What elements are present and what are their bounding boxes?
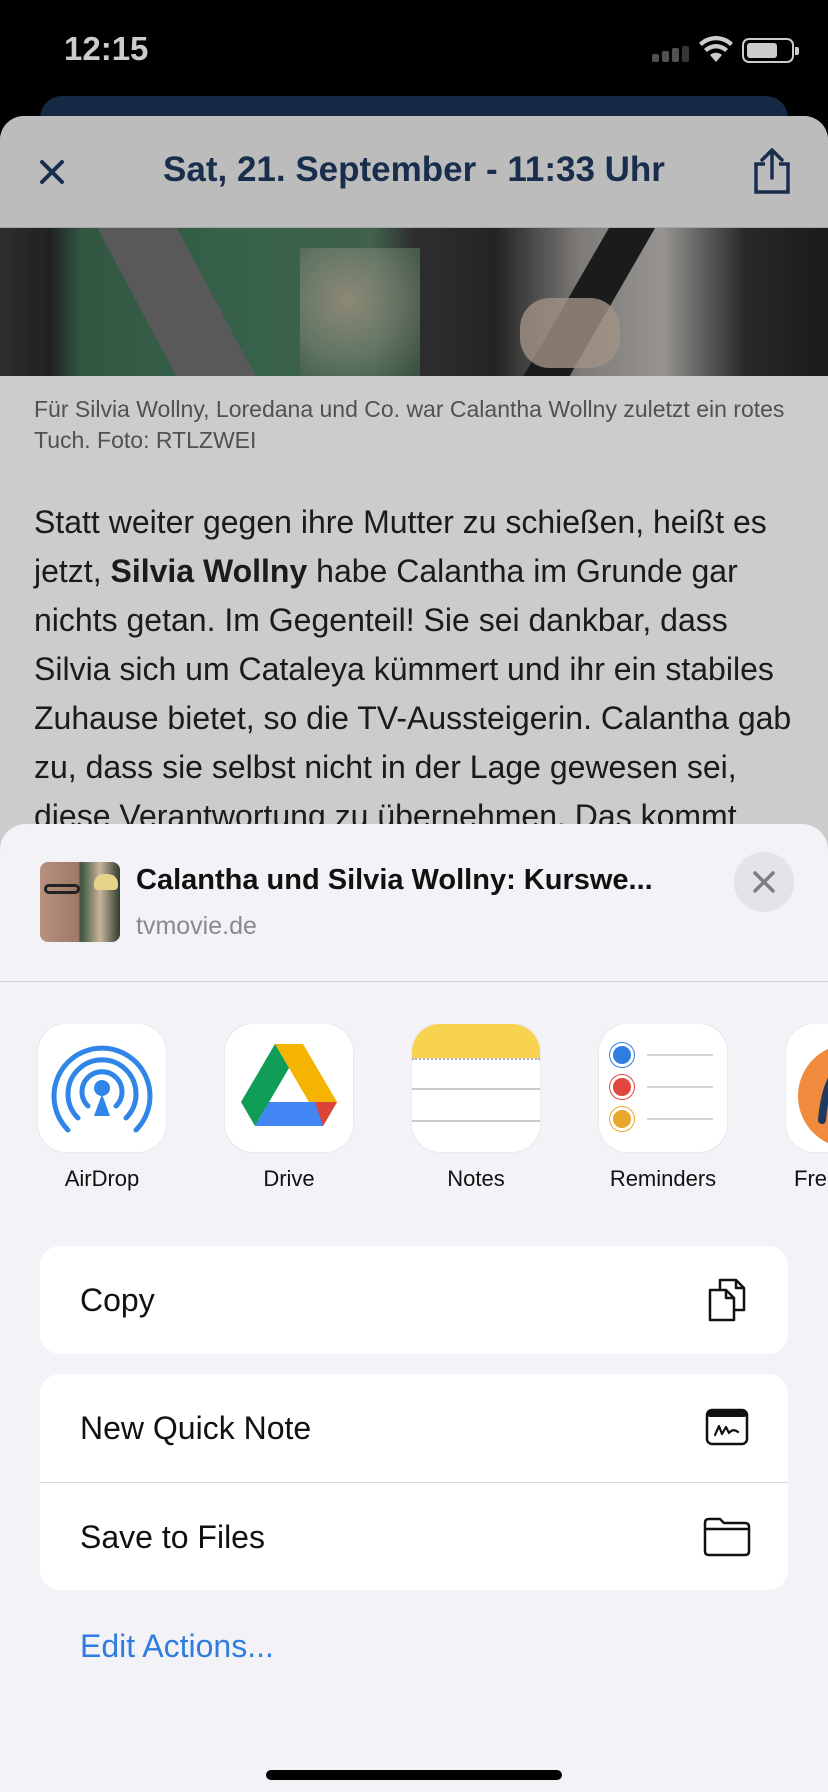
- app-label-notes: Notes: [447, 1166, 505, 1191]
- app-notes[interactable]: Notes: [406, 1024, 546, 1192]
- action-copy[interactable]: Copy: [40, 1246, 788, 1354]
- quick-note-icon: [705, 1408, 749, 1446]
- action-save-to-files[interactable]: Save to Files: [40, 1482, 788, 1590]
- reminders-icon: [599, 1024, 727, 1152]
- action-new-quick-note[interactable]: New Quick Note: [40, 1374, 788, 1482]
- share-sheet-header: Calantha und Silvia Wollny: Kurswe... tv…: [0, 824, 828, 982]
- app-label-drive: Drive: [263, 1166, 315, 1191]
- app-drive[interactable]: Drive: [219, 1024, 359, 1192]
- notes-icon: [412, 1024, 540, 1152]
- action-label-quick-note: New Quick Note: [80, 1410, 312, 1446]
- action-label-save-files: Save to Files: [80, 1519, 265, 1555]
- share-domain: tvmovie.de: [136, 912, 257, 940]
- action-group-files: New Quick Note Save to Files: [40, 1374, 788, 1590]
- folder-icon: [703, 1517, 751, 1557]
- app-reminders[interactable]: Reminders: [593, 1024, 733, 1192]
- close-icon: [753, 871, 775, 893]
- edit-actions-link[interactable]: Edit Actions...: [80, 1628, 274, 1665]
- app-label-reminders: Reminders: [609, 1166, 717, 1191]
- share-apps-row: AirDrop Drive Notes Reminders Fre: [0, 1024, 828, 1224]
- share-close-button[interactable]: [734, 852, 794, 912]
- share-sheet: Calantha und Silvia Wollny: Kurswe... tv…: [0, 824, 828, 1792]
- app-airdrop[interactable]: AirDrop: [32, 1024, 172, 1192]
- freeform-icon: [786, 1024, 828, 1152]
- action-group-copy: Copy: [40, 1246, 788, 1354]
- share-title: Calantha und Silvia Wollny: Kurswe...: [136, 864, 653, 896]
- home-indicator[interactable]: [266, 1770, 562, 1780]
- google-drive-icon: [225, 1024, 353, 1152]
- app-freeform[interactable]: Fre: [780, 1024, 828, 1192]
- airdrop-icon: [38, 1024, 166, 1152]
- copy-icon: [708, 1278, 746, 1322]
- app-label-freeform: Fre: [794, 1166, 827, 1191]
- action-label-copy: Copy: [80, 1282, 155, 1318]
- app-label-airdrop: AirDrop: [64, 1166, 140, 1191]
- article-thumbnail: [40, 862, 120, 942]
